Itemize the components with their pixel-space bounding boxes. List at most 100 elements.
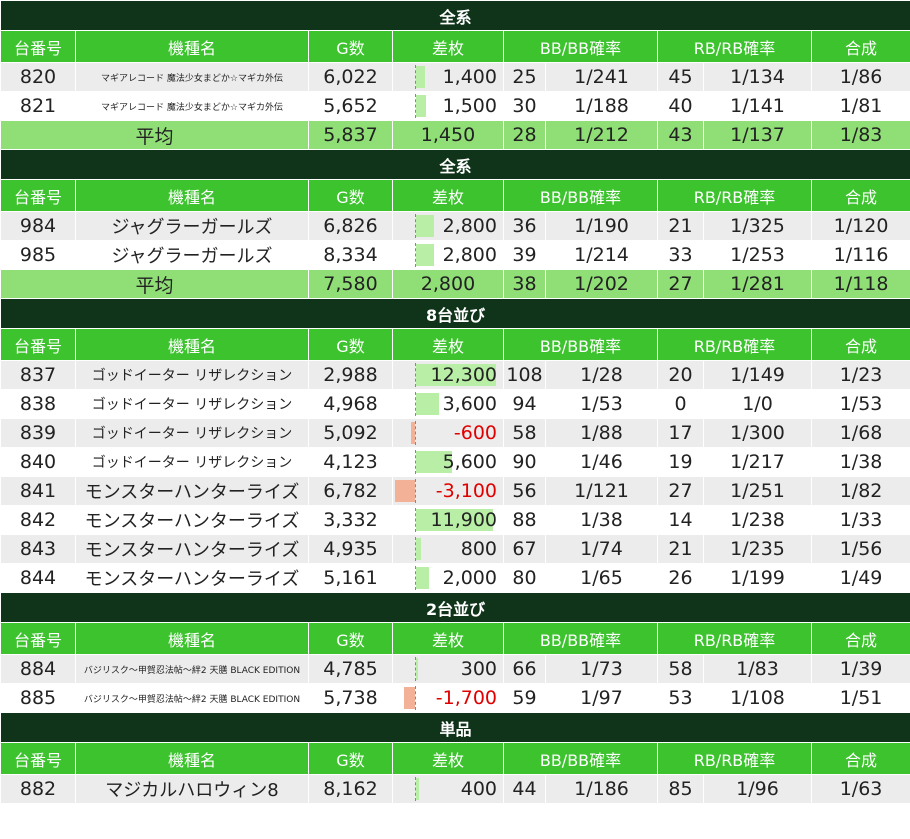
machine-name: ゴッドイーター リザレクション (75, 418, 309, 448)
bb-count: 88 (503, 505, 546, 535)
column-header: 台番号 (0, 179, 76, 212)
bb-count: 67 (503, 534, 546, 564)
column-header: RB/RB確率 (657, 742, 812, 775)
table-row: 820 マギアレコード 魔法少女まどか☆マギカ外伝 6,022 1,400 25 1/24… (0, 62, 910, 92)
rb-count: 14 (657, 505, 704, 535)
avg-bb-count: 38 (503, 269, 546, 299)
bb-probability: 1/73 (545, 654, 658, 684)
machine-name: ジャグラーガールズ (75, 211, 309, 241)
rb-probability: 1/199 (703, 563, 812, 593)
bb-probability: 1/121 (545, 476, 658, 506)
bb-count: 94 (503, 389, 546, 419)
rb-count: 19 (657, 447, 704, 477)
diff-value: 2,000 (442, 567, 497, 589)
machine-name: ゴッドイーター リザレクション (75, 389, 309, 419)
machine-number: 837 (0, 360, 76, 390)
section-title-row: 全系 (0, 149, 910, 180)
machine-name: バジリスク～甲賀忍法帖～絆2 天膳 BLACK EDITION (75, 683, 309, 713)
game-count: 5,652 (308, 91, 393, 121)
machine-name: ゴッドイーター リザレクション (75, 360, 309, 390)
diff-cell: 400 (392, 774, 504, 804)
results-table-container: 全系 台番号 機種名 G数 差枚 BB/BB確率 RB/RB確率 合成 820 マギアレコード 魔… (0, 0, 910, 804)
bb-count: 59 (503, 683, 546, 713)
diff-cell: -3,100 (392, 476, 504, 506)
rb-probability: 1/238 (703, 505, 812, 535)
column-header: G数 (308, 742, 393, 775)
rb-probability: 1/134 (703, 62, 812, 92)
machine-number: 820 (0, 62, 76, 92)
machine-number: 841 (0, 476, 76, 506)
column-header: 台番号 (0, 742, 76, 775)
section-title-row: 単品 (0, 712, 910, 743)
bb-count: 39 (503, 240, 546, 270)
rb-probability: 1/251 (703, 476, 812, 506)
column-header: 合成 (810, 179, 910, 212)
combined-probability: 1/81 (810, 91, 910, 121)
bb-probability: 1/74 (545, 534, 658, 564)
machine-number: 838 (0, 389, 76, 419)
bb-probability: 1/46 (545, 447, 658, 477)
game-count: 6,022 (308, 62, 393, 92)
game-count: 3,332 (308, 505, 393, 535)
bb-probability: 1/97 (545, 683, 658, 713)
bb-count: 108 (503, 360, 546, 390)
avg-rb-probability: 1/281 (703, 269, 812, 299)
machine-name: ゴッドイーター リザレクション (75, 447, 309, 477)
table-row: 843 モンスターハンターライズ 4,935 800 67 1/74 21 1/235 1/56 (0, 534, 910, 564)
machine-name: モンスターハンターライズ (75, 476, 309, 506)
diff-value: 5,600 (442, 451, 497, 473)
combined-probability: 1/63 (810, 774, 910, 804)
diff-cell: 2,800 (392, 211, 504, 241)
rb-count: 33 (657, 240, 704, 270)
section-title-row: 2台並び (0, 592, 910, 623)
rb-count: 20 (657, 360, 704, 390)
rb-probability: 1/325 (703, 211, 812, 241)
diff-cell: 11,900 (392, 505, 504, 535)
avg-rb-count: 43 (657, 120, 704, 150)
avg-bb-probability: 1/212 (545, 120, 658, 150)
machine-number: 884 (0, 654, 76, 684)
bb-probability: 1/186 (545, 774, 658, 804)
bb-count: 30 (503, 91, 546, 121)
section-title: 2台並び (0, 592, 910, 623)
game-count: 6,782 (308, 476, 393, 506)
diff-cell: 1,500 (392, 91, 504, 121)
column-header: BB/BB確率 (503, 622, 658, 655)
diff-cell: -1,700 (392, 683, 504, 713)
combined-probability: 1/39 (810, 654, 910, 684)
diff-value: 800 (460, 538, 497, 560)
machine-number: 985 (0, 240, 76, 270)
game-count: 8,162 (308, 774, 393, 804)
table-row: 839 ゴッドイーター リザレクション 5,092 -600 58 1/88 17 1/300… (0, 418, 910, 448)
machine-number: 843 (0, 534, 76, 564)
column-header: BB/BB確率 (503, 30, 658, 63)
column-header: 差枚 (392, 179, 504, 212)
machine-name: モンスターハンターライズ (75, 505, 309, 535)
rb-count: 58 (657, 654, 704, 684)
combined-probability: 1/56 (810, 534, 910, 564)
section-title: 全系 (0, 0, 910, 31)
machine-name: マジカルハロウィン8 (75, 774, 309, 804)
column-header: 台番号 (0, 328, 76, 361)
game-count: 4,935 (308, 534, 393, 564)
bb-count: 44 (503, 774, 546, 804)
column-header-row: 台番号 機種名 G数 差枚 BB/BB確率 RB/RB確率 合成 (0, 179, 910, 212)
column-header: 合成 (810, 328, 910, 361)
rb-probability: 1/217 (703, 447, 812, 477)
rb-count: 21 (657, 211, 704, 241)
column-header-row: 台番号 機種名 G数 差枚 BB/BB確率 RB/RB確率 合成 (0, 622, 910, 655)
column-header: BB/BB確率 (503, 328, 658, 361)
column-header: BB/BB確率 (503, 179, 658, 212)
bb-probability: 1/28 (545, 360, 658, 390)
column-header: 差枚 (392, 30, 504, 63)
column-header: G数 (308, 179, 393, 212)
rb-probability: 1/96 (703, 774, 812, 804)
table-row: 844 モンスターハンターライズ 5,161 2,000 80 1/65 26 1/199 1/… (0, 563, 910, 593)
machine-number: 882 (0, 774, 76, 804)
section-title-row: 8台並び (0, 298, 910, 329)
rb-count: 53 (657, 683, 704, 713)
column-header: G数 (308, 328, 393, 361)
game-count: 5,092 (308, 418, 393, 448)
column-header: RB/RB確率 (657, 30, 812, 63)
combined-probability: 1/68 (810, 418, 910, 448)
